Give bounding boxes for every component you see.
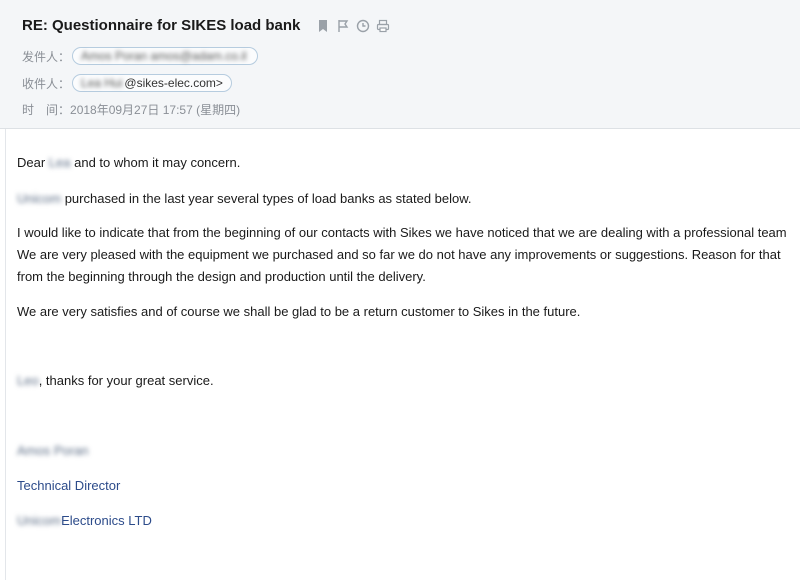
greeting-line: Dear Lea and to whom it may concern.	[17, 155, 240, 170]
header-toolbar	[316, 19, 396, 33]
greeting-prefix: Dear	[17, 155, 49, 170]
signature-company-suffix: Electronics LTD	[61, 513, 152, 528]
paragraph-2-line-3: from the beginning through the design an…	[17, 269, 426, 284]
thanks-text: , thanks for your great service.	[38, 373, 214, 388]
recipient-chip[interactable]: Lea Hui @sikes-elec.com>	[72, 74, 232, 92]
signature-title: Technical Director	[17, 478, 121, 493]
email-header: RE: Questionnaire for SIKES load bank 发件…	[0, 0, 800, 129]
company-name: Unicom	[17, 191, 62, 206]
to-row: 收件人： Lea Hui @sikes-elec.com>	[22, 74, 232, 92]
paragraph-1: Unicom purchased in the last year severa…	[17, 191, 472, 206]
signature-name: Amos Poran	[17, 443, 89, 458]
from-row: 发件人： Amos Poran amos@adam.co.il	[22, 47, 258, 65]
recipient-address: @sikes-elec.com>	[124, 76, 223, 90]
clock-icon[interactable]	[356, 19, 370, 33]
flag-icon[interactable]	[336, 19, 350, 33]
bookmark-icon[interactable]	[316, 19, 330, 33]
greeting-name: Lea	[48, 155, 71, 170]
paragraph-1-text: purchased in the last year several types…	[61, 191, 472, 206]
signature-company-prefix: Unicom	[17, 513, 62, 528]
sender-chip[interactable]: Amos Poran amos@adam.co.il	[72, 47, 258, 65]
subject-row: RE: Questionnaire for SIKES load bank	[22, 17, 396, 34]
paragraph-2-line-2: We are very pleased with the equipment w…	[17, 247, 781, 262]
time-row: 时 间： 2018年09月27日 17:57 (星期四)	[22, 101, 240, 118]
to-label: 收件人：	[22, 76, 71, 91]
time-label: 时 间：	[22, 103, 71, 117]
sender-address: Amos Poran amos@adam.co.il	[81, 49, 247, 63]
signature-name-text: Amos Poran	[17, 443, 89, 458]
email-reading-pane: RE: Questionnaire for SIKES load bank 发件…	[0, 0, 800, 580]
signature-company: UnicomElectronics LTD	[17, 513, 152, 528]
thanks-name: Leo	[17, 373, 39, 388]
from-label: 发件人：	[22, 49, 71, 64]
paragraph-3: We are very satisfies and of course we s…	[17, 304, 581, 319]
thanks-line: Leo, thanks for your great service.	[17, 373, 214, 388]
email-subject: RE: Questionnaire for SIKES load bank	[22, 17, 301, 34]
time-value: 2018年09月27日 17:57 (星期四)	[70, 103, 241, 117]
paragraph-2-line-1: I would like to indicate that from the b…	[17, 225, 787, 240]
recipient-name: Lea Hui	[81, 76, 123, 90]
print-icon[interactable]	[376, 19, 390, 33]
greeting-suffix: and to whom it may concern.	[70, 155, 241, 170]
